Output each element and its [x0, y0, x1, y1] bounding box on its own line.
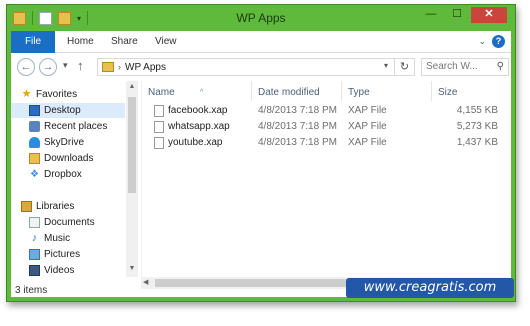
ribbon: File Home Share View ⌄ ?: [11, 31, 511, 53]
scrollbar-thumb[interactable]: [128, 97, 136, 193]
file-date: 4/8/2013 7:18 PM: [258, 137, 337, 148]
navigation-scrollbar[interactable]: ▲ ▼: [126, 81, 138, 277]
column-header-label: Name: [148, 87, 175, 98]
skydrive-icon: [29, 137, 40, 148]
folder-icon: [102, 62, 114, 72]
minimize-button[interactable]: —: [419, 7, 443, 23]
scroll-up-icon[interactable]: ▲: [126, 83, 138, 90]
column-header-type[interactable]: Type: [342, 81, 432, 101]
address-dropdown[interactable]: ▾: [384, 61, 388, 70]
file-name: facebook.xap: [168, 105, 228, 116]
file-icon: [154, 121, 164, 133]
file-size: 4,155 KB: [456, 105, 498, 116]
sidebar-group-libraries[interactable]: Libraries: [21, 199, 74, 214]
window-client: File Home Share View ⌄ ? ← → ▾ ↑ › WP Ap…: [11, 31, 511, 297]
column-header-name[interactable]: Name ^: [142, 81, 252, 101]
tab-home[interactable]: Home: [67, 34, 94, 50]
file-list: Name ^ Date modified Type Size facebook.…: [141, 81, 509, 277]
tab-view[interactable]: View: [155, 34, 177, 50]
up-button[interactable]: ↑: [77, 58, 84, 73]
recent-places-icon: [29, 121, 40, 132]
close-button[interactable]: ✕: [471, 7, 507, 23]
table-row[interactable]: facebook.xap 4/8/2013 7:18 PM XAP File 4…: [142, 103, 502, 119]
sort-ascending-icon: ^: [200, 89, 204, 96]
sidebar-item-downloads[interactable]: Downloads: [29, 151, 93, 166]
recent-locations-dropdown[interactable]: ▾: [63, 60, 68, 71]
file-icon: [154, 137, 164, 149]
address-field[interactable]: › WP Apps ▾ ↻: [97, 58, 415, 76]
sidebar-item-label: Pictures: [44, 249, 81, 260]
sidebar-item-label: Downloads: [44, 153, 94, 164]
explorer-window: ▾ WP Apps — ☐ ✕ File Home Share View ⌄ ?…: [6, 4, 516, 302]
file-type: XAP File: [348, 137, 387, 148]
file-type: XAP File: [348, 105, 387, 116]
sidebar-item-label: Desktop: [44, 105, 81, 116]
file-type: XAP File: [348, 121, 387, 132]
star-icon: ★: [21, 88, 32, 100]
window-controls: — ☐ ✕: [419, 7, 507, 23]
navigation-pane: ★ Favorites Desktop Recent places SkyDri…: [11, 81, 139, 277]
search-placeholder: Search W...: [426, 61, 478, 72]
scroll-down-icon[interactable]: ▼: [126, 265, 138, 272]
dropbox-icon: ❖: [30, 169, 39, 180]
sidebar-item-pictures[interactable]: Pictures: [29, 247, 80, 262]
item-count: 3 items: [15, 285, 48, 296]
search-icon[interactable]: ⚲: [497, 59, 504, 75]
sidebar-group-label: Favorites: [36, 89, 78, 100]
ribbon-controls: ⌄ ?: [478, 35, 505, 48]
file-date: 4/8/2013 7:18 PM: [258, 105, 337, 116]
sidebar-item-videos[interactable]: Videos: [29, 263, 74, 278]
help-icon[interactable]: ?: [492, 35, 505, 48]
sidebar-item-label: Documents: [44, 217, 95, 228]
maximize-button[interactable]: ☐: [445, 7, 469, 23]
file-date: 4/8/2013 7:18 PM: [258, 121, 337, 132]
chevron-right-icon[interactable]: ›: [118, 62, 121, 72]
sidebar-item-desktop[interactable]: Desktop: [11, 103, 125, 118]
sidebar-item-label: SkyDrive: [44, 137, 85, 148]
sidebar-group-favorites[interactable]: ★ Favorites: [21, 87, 78, 102]
table-row[interactable]: youtube.xap 4/8/2013 7:18 PM XAP File 1,…: [142, 135, 502, 151]
sidebar-item-label: Recent places: [44, 121, 108, 132]
file-size: 1,437 KB: [456, 137, 498, 148]
table-row[interactable]: whatsapp.xap 4/8/2013 7:18 PM XAP File 5…: [142, 119, 502, 135]
file-icon: [154, 105, 164, 117]
sidebar-item-documents[interactable]: Documents: [29, 215, 95, 230]
watermark: www.creagratis.com: [346, 278, 514, 298]
libraries-icon: [21, 201, 32, 212]
chevron-down-icon[interactable]: ⌄: [478, 36, 486, 47]
sidebar-item-skydrive[interactable]: SkyDrive: [29, 135, 84, 150]
sidebar-item-label: Dropbox: [44, 169, 82, 180]
tab-share[interactable]: Share: [111, 34, 138, 50]
refresh-icon[interactable]: ↻: [394, 59, 414, 75]
file-name: whatsapp.xap: [168, 121, 230, 132]
sidebar-item-label: Music: [44, 233, 71, 244]
pictures-icon: [29, 249, 40, 260]
back-button[interactable]: ←: [17, 58, 35, 76]
search-input[interactable]: Search W... ⚲: [421, 58, 509, 76]
column-header-size[interactable]: Size: [432, 81, 502, 101]
sidebar-item-dropbox[interactable]: ❖ Dropbox: [29, 167, 82, 182]
address-path[interactable]: WP Apps: [125, 62, 166, 73]
videos-icon: [29, 265, 40, 276]
title-bar: ▾ WP Apps — ☐ ✕: [7, 5, 515, 31]
file-size: 5,273 KB: [456, 121, 498, 132]
forward-button[interactable]: →: [39, 58, 57, 76]
documents-icon: [29, 217, 40, 228]
sidebar-item-label: Videos: [44, 265, 75, 276]
downloads-icon: [29, 153, 40, 164]
column-header-date-modified[interactable]: Date modified: [252, 81, 342, 101]
sidebar-item-recent-places[interactable]: Recent places: [29, 119, 107, 134]
music-icon: ♪: [31, 232, 38, 244]
sidebar-item-music[interactable]: ♪ Music: [29, 231, 70, 246]
address-bar-row: ← → ▾ ↑ › WP Apps ▾ ↻ Search W... ⚲: [11, 54, 511, 80]
sidebar-group-label: Libraries: [36, 201, 75, 212]
tab-file[interactable]: File: [11, 31, 55, 53]
file-name: youtube.xap: [168, 137, 223, 148]
desktop-icon: [29, 105, 40, 116]
